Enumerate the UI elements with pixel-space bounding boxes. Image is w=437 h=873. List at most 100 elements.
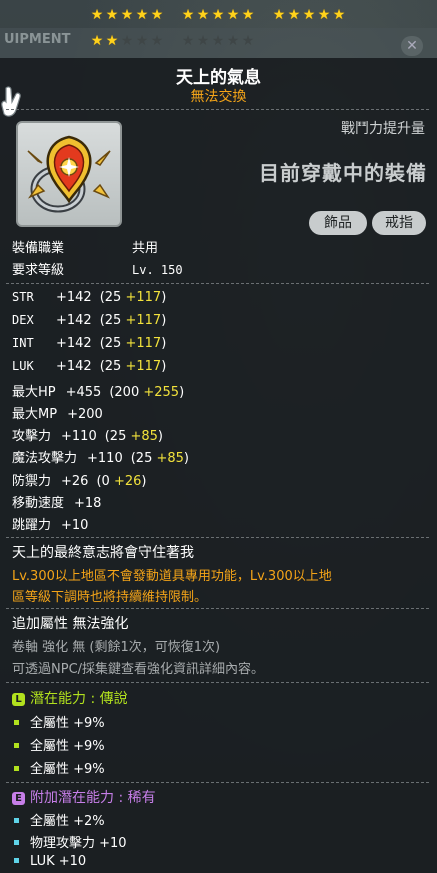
description-line: 天上的最終意志將會守住著我 — [12, 545, 194, 561]
category-tag-accessory: 飾品 — [309, 211, 367, 235]
bullet-icon — [14, 743, 19, 748]
trade-status: 無法交換 — [190, 89, 247, 105]
item-name: 天上的氣息 — [176, 68, 261, 88]
stat-name: STR — [12, 290, 34, 304]
potential-line-text: 全屬性 +2% — [30, 814, 105, 829]
stat-name: 魔法攻擊力 — [12, 451, 78, 466]
stat-row: STR +142 (25 +117) — [12, 290, 166, 305]
stat-row: 魔法攻擊力 +110 (25 +85) — [12, 447, 189, 466]
stat-close: ) — [179, 385, 185, 400]
stat-row: 最大HP +455 (200 +255) — [12, 381, 184, 400]
potential-line-text: 全屬性 +9% — [30, 716, 105, 731]
stat-base: (25 — [99, 336, 126, 351]
item-image-frame — [16, 121, 122, 227]
star-group-1: ★ ★ ★ ★ ★ — [90, 8, 164, 22]
star-filled-icon: ★ — [105, 7, 119, 23]
divider — [6, 537, 431, 538]
star-empty-icon: ★ — [226, 33, 240, 49]
star-group-3: ★ ★ ★ ★ ★ — [272, 8, 346, 22]
stat-total: +18 — [74, 496, 102, 511]
ring-item-icon — [27, 135, 111, 213]
stat-star-force-bonus: +117 — [125, 336, 162, 351]
star-filled-icon: ★ — [317, 7, 331, 23]
stat-name: 移動速度 — [12, 496, 65, 511]
job-value: 共用 — [132, 241, 159, 256]
star-empty-icon: ★ — [196, 33, 210, 49]
star-filled-icon: ★ — [272, 7, 286, 23]
star-empty-icon: ★ — [120, 33, 134, 49]
star-group-4: ★ ★ ★ ★ ★ — [90, 34, 164, 48]
stat-star-force-bonus: +26 — [113, 474, 142, 489]
stat-close: ) — [161, 336, 167, 351]
bullet-icon — [14, 720, 19, 725]
description-restriction-line2: 區等級下調時也將持續維持限制。 — [12, 590, 208, 605]
star-filled-icon: ★ — [120, 7, 134, 23]
stat-base: (25 — [130, 451, 157, 466]
stat-total: +455 — [65, 385, 102, 400]
stat-row: 移動速度 +18 — [12, 492, 109, 511]
star-filled-icon: ★ — [181, 7, 195, 23]
stat-total: +142 — [56, 313, 92, 328]
potential-line: 全屬性 +9% — [12, 735, 105, 754]
potential-title: 潛在能力 : 傳說 — [30, 691, 128, 707]
stat-name: 跳躍力 — [12, 518, 52, 533]
potential-header: L 潛在能力 : 傳說 — [12, 688, 128, 708]
scroll-enhance-info: 卷軸 強化 無 (剩餘1次，可恢復1次) — [12, 640, 221, 655]
stat-row: LUK +142 (25 +117) — [12, 359, 166, 374]
job-row: 裝備職業 共用 — [12, 237, 158, 256]
star-filled-icon: ★ — [302, 7, 316, 23]
star-filled-icon: ★ — [287, 7, 301, 23]
stat-close: ) — [183, 451, 189, 466]
divider — [6, 608, 431, 609]
stat-name: 最大MP — [12, 407, 58, 422]
potential-line-text: 全屬性 +9% — [30, 762, 105, 777]
description-restriction-line1: Lv.300以上地區不會發動道具專用功能，Lv.300以上地 — [12, 569, 332, 584]
combat-power-increase-label: 戰鬥力提升量 — [341, 121, 425, 137]
potential-line-text: 全屬性 +9% — [30, 739, 105, 754]
stat-close: ) — [141, 474, 147, 489]
additional-potential-header: E 附加潛在能力 : 稀有 — [12, 787, 156, 807]
stat-star-force-bonus: +117 — [125, 290, 162, 305]
potential-line-text: LUK +10 — [30, 854, 87, 869]
star-filled-icon: ★ — [226, 7, 240, 23]
divider — [6, 782, 431, 783]
stat-star-force-bonus: +117 — [125, 359, 162, 374]
stat-name: 防禦力 — [12, 474, 52, 489]
bullet-icon — [14, 818, 19, 823]
stat-total: +142 — [56, 336, 92, 351]
job-label: 裝備職業 — [12, 241, 65, 256]
stat-base: (25 — [99, 290, 126, 305]
required-level-row: 要求等級 Lv. 150 — [12, 259, 183, 278]
potential-line: 全屬性 +2% — [12, 810, 105, 829]
stat-close: ) — [161, 359, 167, 374]
stat-base: (25 — [99, 313, 126, 328]
npc-enhance-hint: 可透過NPC/採集鍵查看強化資訊詳細內容。 — [12, 662, 265, 677]
stat-base: (25 — [104, 429, 131, 444]
star-empty-icon: ★ — [135, 33, 149, 49]
stat-row: 攻擊力 +110 (25 +85) — [12, 425, 163, 444]
additional-potential-title: 附加潛在能力 : 稀有 — [30, 790, 156, 806]
bullet-icon — [14, 840, 19, 845]
star-group-2: ★ ★ ★ ★ ★ — [181, 8, 255, 22]
potential-line: LUK +10 — [12, 854, 86, 869]
star-filled-icon: ★ — [196, 7, 210, 23]
stat-base: (200 — [109, 385, 144, 400]
star-filled-icon: ★ — [90, 7, 104, 23]
star-empty-icon: ★ — [211, 33, 225, 49]
enhance-title: 追加屬性 無法強化 — [12, 616, 129, 632]
star-filled-icon: ★ — [90, 33, 104, 49]
stat-total: +110 — [61, 429, 97, 444]
stat-row: INT +142 (25 +117) — [12, 336, 166, 351]
legendary-grade-icon: L — [12, 693, 25, 706]
star-filled-icon: ★ — [241, 7, 255, 23]
star-force-rating: ★ ★ ★ ★ ★ ★ ★ ★ ★ ★ ★ ★ ★ ★ ★ ★ ★ ★ ★ ★ ★ ★ ★ ★ ★ — [0, 0, 437, 58]
stat-row: 防禦力 +26 (0 +26) — [12, 470, 146, 489]
stat-base: (0 — [96, 474, 114, 489]
bullet-icon — [14, 766, 19, 771]
bullet-icon — [14, 858, 19, 863]
stat-total: +142 — [56, 359, 92, 374]
stat-row: 跳躍力 +10 — [12, 514, 96, 533]
star-empty-icon: ★ — [150, 33, 164, 49]
stat-total: +10 — [61, 518, 89, 533]
currently-equipped-label: 目前穿戴中的裝備 — [259, 161, 427, 185]
